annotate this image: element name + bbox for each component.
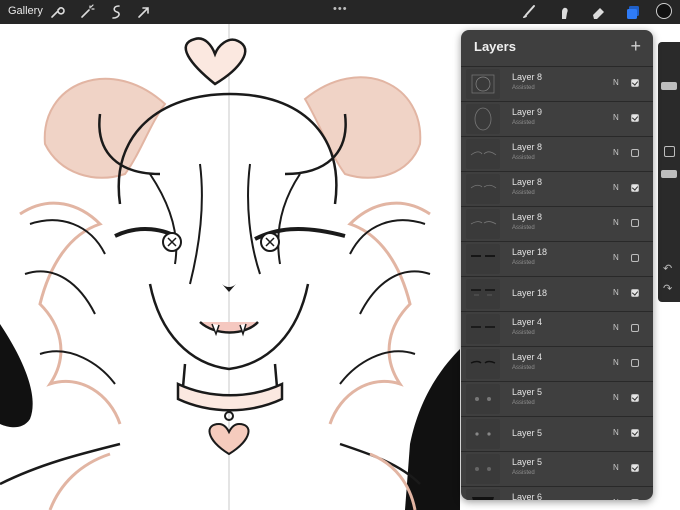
gallery-button[interactable]: Gallery (8, 5, 43, 17)
layer-row[interactable]: Layer 18 N (461, 276, 653, 311)
undo-button[interactable]: ↶ (663, 262, 672, 275)
layer-row[interactable]: Layer 5 N (461, 416, 653, 451)
layer-name: Layer 8 (512, 212, 543, 222)
layer-row[interactable]: Layer 9 Assisted N (461, 101, 653, 136)
visibility-checkbox[interactable] (631, 114, 639, 122)
layer-row[interactable]: Layer 6AssistedN (461, 486, 653, 500)
layer-thumbnail (466, 174, 500, 204)
modify-button[interactable] (664, 146, 675, 157)
layer-name: Layer 9 (512, 107, 543, 117)
blend-mode-button[interactable]: N (613, 288, 619, 297)
blend-mode-button[interactable]: N (613, 358, 619, 367)
selection-icon[interactable] (107, 3, 125, 21)
layer-subtitle: Assisted (512, 260, 535, 266)
visibility-checkbox[interactable] (631, 359, 639, 367)
layer-thumbnail (466, 244, 500, 274)
layer-subtitle: Assisted (512, 470, 535, 476)
visibility-checkbox[interactable] (631, 149, 639, 157)
layer-subtitle: Assisted (512, 120, 535, 126)
blend-mode-button[interactable]: N (613, 323, 619, 332)
visibility-checkbox[interactable] (631, 289, 639, 297)
blend-mode-button[interactable]: N (613, 113, 619, 122)
eraser-icon[interactable] (589, 3, 607, 21)
layer-row[interactable]: Layer 8 Assisted N (461, 136, 653, 171)
layer-subtitle: Assisted (512, 190, 535, 196)
brush-icon[interactable] (520, 3, 538, 21)
blend-mode-button[interactable]: N (613, 498, 619, 500)
layer-thumbnail (466, 454, 500, 484)
layer-name: Layer 8 (512, 177, 543, 187)
layer-name: Layer 18 (512, 288, 548, 298)
layer-name: Layer 4 (512, 317, 543, 327)
layer-thumbnail (466, 489, 500, 500)
layer-thumbnail (466, 384, 500, 414)
top-toolbar: Gallery ••• (0, 0, 680, 24)
layer-row[interactable]: Layer 5 Assisted N (461, 381, 653, 416)
layer-thumbnail (466, 419, 500, 449)
layer-subtitle: Assisted (512, 330, 535, 336)
visibility-checkbox[interactable] (631, 324, 639, 332)
layer-thumbnail (466, 139, 500, 169)
layer-thumbnail (466, 314, 500, 344)
layer-list: Layer 8 Assisted N Layer 9 Assisted N Layer 8 A… (461, 66, 653, 500)
smudge-icon[interactable] (555, 3, 573, 21)
transform-arrow-icon[interactable] (135, 3, 153, 21)
visibility-checkbox[interactable] (631, 79, 639, 87)
layer-row[interactable]: Layer 18 Assisted N (461, 241, 653, 276)
layer-row[interactable]: Layer 8 Assisted N (461, 171, 653, 206)
layer-name: Layer 4 (512, 352, 543, 362)
add-layer-button[interactable]: + (630, 36, 641, 57)
wrench-icon[interactable] (48, 3, 66, 21)
blend-mode-button[interactable]: N (613, 463, 619, 472)
layer-row[interactable]: Layer 4 Assisted N (461, 311, 653, 346)
layer-name: Layer 8 (512, 142, 543, 152)
blend-mode-button[interactable]: N (613, 393, 619, 402)
layer-row[interactable]: Layer 8 Assisted N (461, 66, 653, 101)
magic-wand-icon[interactable] (78, 3, 96, 21)
layers-icon[interactable] (624, 3, 642, 21)
layers-panel-title: Layers (474, 39, 516, 54)
blend-mode-button[interactable]: N (613, 253, 619, 262)
opacity-slider[interactable] (661, 170, 677, 178)
layer-thumbnail (466, 104, 500, 134)
toolbar-grip[interactable]: ••• (333, 3, 348, 15)
layer-name: Layer 5 (512, 387, 543, 397)
brush-size-slider[interactable] (661, 82, 677, 90)
blend-mode-button[interactable]: N (613, 183, 619, 192)
visibility-checkbox[interactable] (631, 464, 639, 472)
blend-mode-button[interactable]: N (613, 148, 619, 157)
blend-mode-button[interactable]: N (613, 218, 619, 227)
visibility-checkbox[interactable] (631, 184, 639, 192)
redo-button[interactable]: ↷ (663, 282, 672, 295)
layer-name: Layer 8 (512, 72, 543, 82)
layer-name: Layer 5 (512, 428, 543, 438)
layer-subtitle: Assisted (512, 365, 535, 371)
layer-subtitle: Assisted (512, 85, 535, 91)
layer-subtitle: Assisted (512, 400, 535, 406)
layer-name: Layer 6 (512, 492, 543, 500)
layer-subtitle: Assisted (512, 225, 535, 231)
brush-sidebar: ↶ ↷ (658, 42, 680, 302)
layer-thumbnail (466, 279, 500, 309)
layer-name: Layer 5 (512, 457, 543, 467)
layer-thumbnail (466, 69, 500, 99)
visibility-checkbox[interactable] (631, 499, 639, 500)
layer-row[interactable]: Layer 4 Assisted N (461, 346, 653, 381)
layers-panel: Layers + Layer 8 Assisted N Layer 9 Assisted… (461, 30, 653, 500)
layer-subtitle: Assisted (512, 155, 535, 161)
layer-row[interactable]: Layer 8 Assisted N (461, 206, 653, 241)
visibility-checkbox[interactable] (631, 254, 639, 262)
layer-thumbnail (466, 349, 500, 379)
visibility-checkbox[interactable] (631, 219, 639, 227)
blend-mode-button[interactable]: N (613, 78, 619, 87)
blend-mode-button[interactable]: N (613, 428, 619, 437)
layer-row[interactable]: Layer 5 Assisted N (461, 451, 653, 486)
layers-panel-header: Layers + (461, 30, 653, 66)
visibility-checkbox[interactable] (631, 394, 639, 402)
color-picker-button[interactable] (656, 3, 672, 19)
layer-thumbnail (466, 209, 500, 239)
layer-name: Layer 18 (512, 247, 548, 257)
visibility-checkbox[interactable] (631, 429, 639, 437)
